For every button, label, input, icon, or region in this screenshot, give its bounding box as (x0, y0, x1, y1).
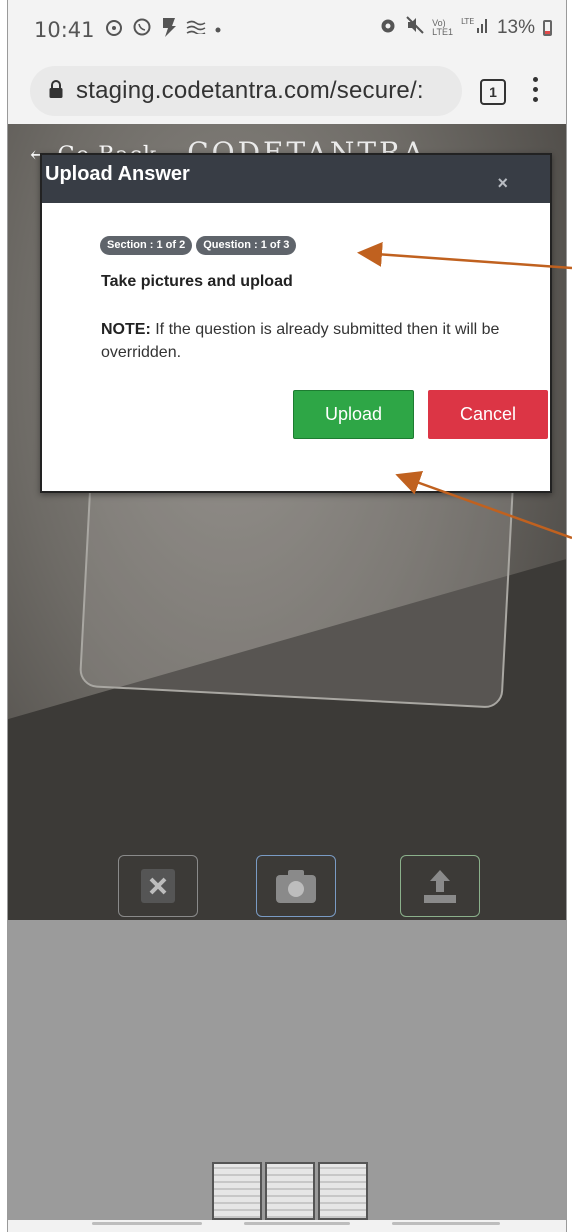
status-time: 10:41 (34, 18, 95, 42)
dot-icon (214, 21, 222, 39)
menu-dot-icon (532, 87, 538, 92)
dialog-heading: Take pictures and upload (101, 273, 293, 290)
section-badge: Section : 1 of 2 (100, 236, 193, 255)
note-text: If the question is already submitted the… (101, 321, 500, 361)
close-icon[interactable]: × (497, 173, 508, 194)
status-left-icons (104, 16, 222, 43)
thumbnail-image[interactable] (212, 1162, 262, 1220)
thumbnail-image[interactable] (318, 1162, 368, 1220)
upload-button[interactable]: Upload (293, 390, 414, 439)
upload-icon-button[interactable] (400, 855, 480, 917)
discard-button[interactable] (118, 855, 198, 917)
browser-toolbar: staging.codetantra.com/secure/: 1 (8, 60, 566, 124)
cancel-button[interactable]: Cancel (428, 390, 548, 439)
alarm-icon (104, 17, 124, 42)
menu-dot-icon (532, 97, 538, 102)
browser-menu-button[interactable] (532, 77, 538, 105)
progress-badges: Section : 1 of 2 Question : 1 of 3 (100, 236, 297, 255)
status-right-icons: Vo) LTE1 LTE 13% (378, 16, 552, 40)
upload-answer-dialog: Upload Answer × Section : 1 of 2 Questio… (40, 153, 552, 493)
dialog-title: Upload Answer (45, 163, 190, 185)
screenshot-frame: 10:41 Vo) LTE1 LTE 13% staging.codetantr… (7, 0, 567, 1232)
url-text: staging.codetantra.com/secure/: (76, 77, 424, 104)
captured-thumbnails (212, 1162, 368, 1220)
tab-switcher-button[interactable]: 1 (480, 79, 506, 105)
battery-icon (543, 20, 552, 36)
lock-icon (48, 79, 64, 104)
whatsapp-icon (132, 17, 152, 42)
address-bar[interactable]: staging.codetantra.com/secure/: (30, 66, 462, 116)
app-icon (160, 16, 178, 43)
camera-icon (276, 870, 316, 903)
question-badge: Question : 1 of 3 (196, 236, 297, 255)
thumbnail-image[interactable] (265, 1162, 315, 1220)
menu-dot-icon (532, 77, 538, 82)
lte-signal-icon: LTE (461, 16, 489, 40)
close-icon (141, 869, 175, 903)
volte-icon: Vo) LTE1 (432, 18, 453, 37)
mute-icon (406, 16, 424, 40)
upload-icon (424, 870, 456, 903)
alarm-icon (378, 16, 398, 40)
dialog-note: NOTE: If the question is already submitt… (101, 318, 521, 364)
note-label: NOTE: (101, 321, 151, 338)
nav-bar-segment (92, 1222, 202, 1225)
status-bar: 10:41 Vo) LTE1 LTE 13% (8, 0, 566, 60)
nav-bar-segment (244, 1222, 350, 1225)
nav-bar-segment (392, 1222, 500, 1225)
dialog-header: Upload Answer × (42, 155, 550, 203)
capture-button[interactable] (256, 855, 336, 917)
svg-text:LTE: LTE (461, 17, 474, 26)
battery-percent: 13% (496, 17, 535, 38)
notification-icon (186, 20, 206, 39)
